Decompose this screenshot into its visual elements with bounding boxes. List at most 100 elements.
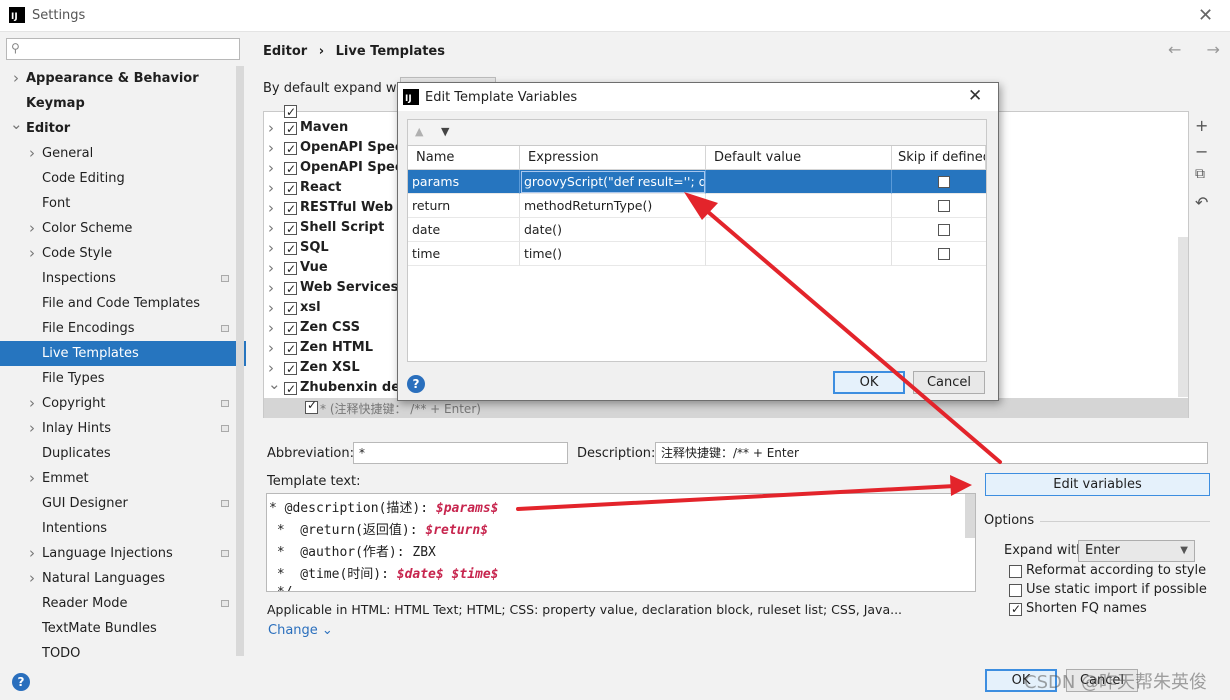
chevron-right-icon[interactable]: › bbox=[268, 258, 274, 278]
remove-icon[interactable]: − bbox=[1195, 142, 1208, 161]
chevron-right-icon[interactable]: › bbox=[26, 466, 38, 491]
chevron-right-icon[interactable]: › bbox=[268, 198, 274, 218]
add-icon[interactable]: + bbox=[1195, 116, 1208, 135]
chevron-right-icon[interactable]: › bbox=[268, 218, 274, 238]
column-header-default-value[interactable]: Default value bbox=[706, 146, 892, 170]
chevron-down-icon[interactable]: ⌄ bbox=[10, 112, 23, 137]
skip-if-defined-checkbox[interactable] bbox=[938, 248, 950, 260]
skip-if-defined-checkbox[interactable] bbox=[938, 224, 950, 236]
variable-name-cell[interactable]: params bbox=[408, 170, 520, 194]
chevron-right-icon[interactable]: › bbox=[268, 138, 274, 158]
group-checkbox[interactable] bbox=[284, 319, 297, 339]
variable-expression-cell[interactable]: time() bbox=[520, 242, 706, 266]
sidebar-item-duplicates[interactable]: Duplicates bbox=[0, 441, 246, 466]
variable-name-cell[interactable]: time bbox=[408, 242, 520, 266]
sidebar-item-editor[interactable]: ⌄ Editor bbox=[0, 115, 246, 141]
revert-icon[interactable]: ↶ bbox=[1195, 193, 1208, 212]
skip-if-defined-checkbox[interactable] bbox=[938, 176, 950, 188]
close-icon[interactable]: ✕ bbox=[1198, 5, 1213, 26]
expand-with-select[interactable]: Enter ▼ bbox=[1078, 540, 1195, 562]
sidebar-item-textmate-bundles[interactable]: TextMate Bundles bbox=[0, 616, 246, 641]
change-contexts-link[interactable]: Change ⌄ bbox=[268, 623, 333, 638]
group-checkbox[interactable] bbox=[284, 379, 297, 399]
group-checkbox[interactable] bbox=[284, 239, 297, 259]
group-checkbox[interactable] bbox=[284, 199, 297, 219]
group-checkbox[interactable] bbox=[284, 339, 297, 359]
chevron-right-icon[interactable]: › bbox=[26, 241, 38, 266]
sidebar-item-emmet[interactable]: › Emmet bbox=[0, 466, 246, 491]
copy-icon[interactable]: ⧉ bbox=[1195, 166, 1205, 182]
variable-default-cell[interactable] bbox=[706, 194, 892, 218]
variable-expression-cell[interactable]: methodReturnType() bbox=[520, 194, 706, 218]
chevron-right-icon[interactable]: › bbox=[26, 391, 38, 416]
variable-name-cell[interactable]: return bbox=[408, 194, 520, 218]
variable-row-date[interactable]: date date() bbox=[408, 218, 986, 242]
sidebar-item-inlay-hints[interactable]: › Inlay Hints bbox=[0, 416, 246, 441]
dialog-help-icon[interactable]: ? bbox=[407, 375, 425, 393]
sidebar-item-intentions[interactable]: Intentions bbox=[0, 516, 246, 541]
column-header-name[interactable]: Name bbox=[408, 146, 520, 170]
help-icon[interactable]: ? bbox=[12, 673, 30, 691]
sidebar-item-live-templates[interactable]: Live Templates bbox=[0, 341, 246, 366]
group-checkbox[interactable] bbox=[284, 102, 297, 122]
settings-search-input[interactable]: ⚲ bbox=[6, 38, 240, 60]
chevron-right-icon[interactable]: › bbox=[10, 66, 22, 91]
sidebar-item-color-scheme[interactable]: › Color Scheme bbox=[0, 216, 246, 241]
variable-default-cell[interactable] bbox=[706, 170, 892, 194]
sidebar-item-file-types[interactable]: File Types bbox=[0, 366, 246, 391]
description-input[interactable]: 注释快捷键：/** + Enter bbox=[655, 442, 1208, 464]
sidebar-item-general[interactable]: › General bbox=[0, 141, 246, 166]
sidebar-scrollbar[interactable] bbox=[236, 66, 244, 656]
option-checkbox[interactable] bbox=[1009, 600, 1022, 618]
variable-expression-cell[interactable]: groovyScript("def result=''; d... bbox=[520, 170, 706, 194]
variable-row-return[interactable]: return methodReturnType() bbox=[408, 194, 986, 218]
dialog-close-icon[interactable]: ✕ bbox=[968, 86, 982, 106]
template-text-editor[interactable]: * @description(描述): $params$ * @return(返… bbox=[266, 493, 976, 592]
template-text-scrollbar[interactable] bbox=[965, 494, 975, 538]
chevron-right-icon[interactable]: › bbox=[268, 158, 274, 178]
option-checkbox[interactable] bbox=[1009, 584, 1022, 597]
chevron-right-icon[interactable]: › bbox=[26, 541, 38, 566]
chevron-right-icon[interactable]: › bbox=[268, 178, 274, 198]
group-checkbox[interactable] bbox=[284, 299, 297, 319]
skip-if-defined-checkbox[interactable] bbox=[938, 200, 950, 212]
option-checkbox[interactable] bbox=[1009, 565, 1022, 578]
group-checkbox[interactable] bbox=[284, 259, 297, 279]
group-checkbox[interactable] bbox=[284, 279, 297, 299]
template-enabled-checkbox[interactable] bbox=[305, 398, 318, 414]
sidebar-item-gui-designer[interactable]: GUI Designer bbox=[0, 491, 246, 516]
chevron-right-icon[interactable]: › bbox=[26, 416, 38, 441]
history-nav-arrows[interactable]: ← → bbox=[1168, 40, 1230, 59]
sidebar-item-file-encodings[interactable]: File Encodings bbox=[0, 316, 246, 341]
variable-default-cell[interactable] bbox=[706, 242, 892, 266]
chevron-right-icon[interactable]: › bbox=[268, 238, 274, 258]
variable-default-cell[interactable] bbox=[706, 218, 892, 242]
sidebar-item-language-injections[interactable]: › Language Injections bbox=[0, 541, 246, 566]
chevron-right-icon[interactable]: › bbox=[26, 216, 38, 241]
dialog-cancel-button[interactable]: Cancel bbox=[913, 371, 985, 394]
chevron-right-icon[interactable]: › bbox=[268, 118, 274, 138]
variable-row-params[interactable]: params groovyScript("def result=''; d... bbox=[408, 170, 986, 194]
sidebar-item-code-style[interactable]: › Code Style bbox=[0, 241, 246, 266]
sidebar-item-todo[interactable]: TODO bbox=[0, 641, 246, 666]
sidebar-item-copyright[interactable]: › Copyright bbox=[0, 391, 246, 416]
sidebar-item-reader-mode[interactable]: Reader Mode bbox=[0, 591, 246, 616]
group-checkbox[interactable] bbox=[284, 359, 297, 379]
tree-scrollbar[interactable] bbox=[1178, 237, 1188, 397]
sidebar-item-font[interactable]: Font bbox=[0, 191, 246, 216]
sidebar-item-appearance-behavior[interactable]: › Appearance & Behavior bbox=[0, 66, 246, 91]
sidebar-item-code-editing[interactable]: Code Editing bbox=[0, 166, 246, 191]
sidebar-item-keymap[interactable]: Keymap bbox=[0, 91, 246, 116]
abbreviation-input[interactable]: * bbox=[353, 442, 568, 464]
column-header-expression[interactable]: Expression bbox=[520, 146, 706, 170]
chevron-right-icon[interactable]: › bbox=[268, 318, 274, 338]
chevron-right-icon[interactable]: › bbox=[26, 566, 38, 591]
move-up-icon[interactable]: ▲ bbox=[415, 125, 423, 138]
chevron-right-icon[interactable]: › bbox=[268, 298, 274, 318]
group-checkbox[interactable] bbox=[284, 139, 297, 159]
dialog-ok-button[interactable]: OK bbox=[833, 371, 905, 394]
variable-name-cell[interactable]: date bbox=[408, 218, 520, 242]
sidebar-item-inspections[interactable]: Inspections bbox=[0, 266, 246, 291]
group-checkbox[interactable] bbox=[284, 179, 297, 199]
sidebar-item-file-and-code-templates[interactable]: File and Code Templates bbox=[0, 291, 246, 316]
